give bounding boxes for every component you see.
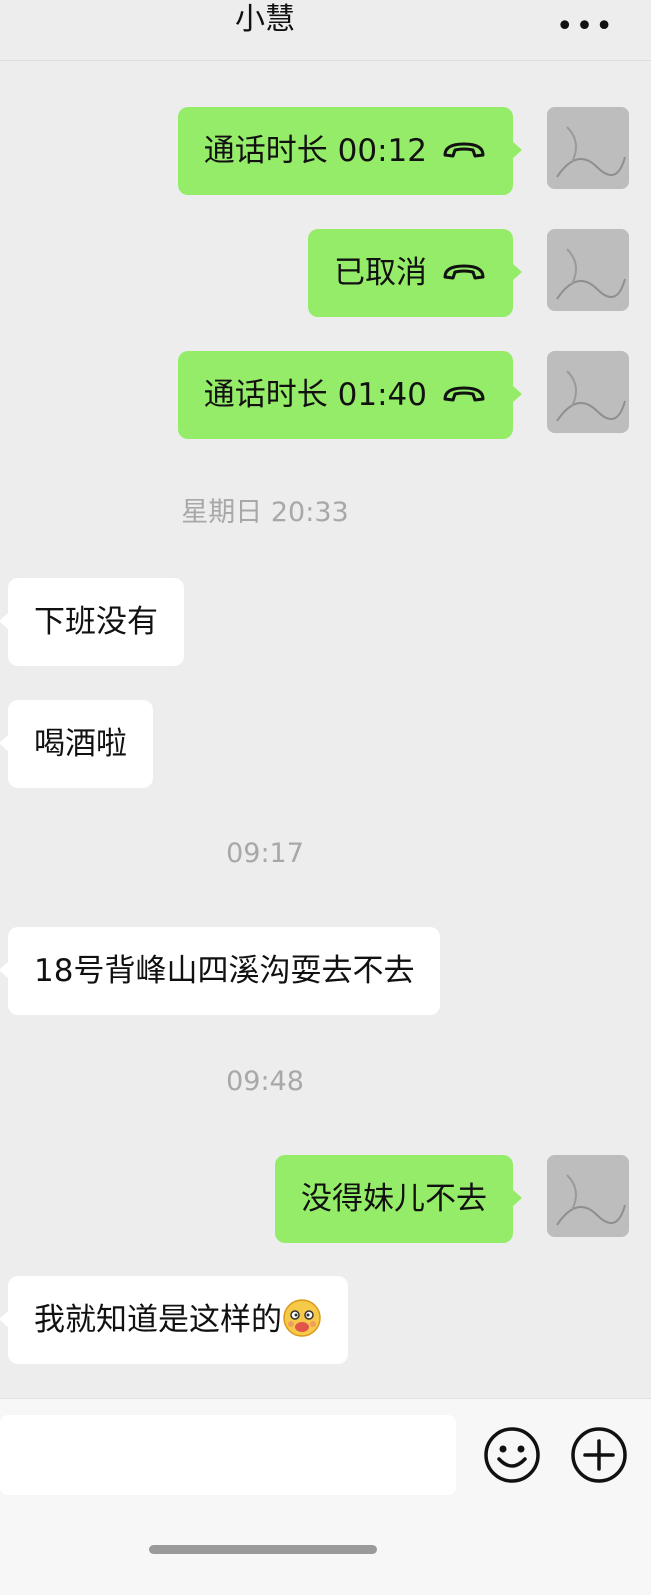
call-record-bubble[interactable]: 已取消 xyxy=(308,229,522,317)
call-record-bubble[interactable]: 通话时长 00:12 xyxy=(177,107,523,195)
message-text: 没得妹儿不去 xyxy=(301,1181,487,1217)
avatar[interactable] xyxy=(547,1155,629,1237)
phone-hangup-icon xyxy=(443,264,485,279)
message-input[interactable] xyxy=(0,1415,456,1495)
more-dots-icon[interactable]: ••• xyxy=(556,12,615,42)
blushing-face-emoji xyxy=(283,1298,321,1337)
input-bar xyxy=(0,1398,651,1595)
plus-circle-icon[interactable] xyxy=(569,1425,629,1485)
message-bubble[interactable]: 我就知道是这样的 xyxy=(0,1276,348,1364)
avatar[interactable] xyxy=(547,229,629,311)
message-bubble[interactable]: 喝酒啦 xyxy=(0,700,153,788)
chat-header: 小慧 ••• xyxy=(0,0,651,61)
avatar[interactable] xyxy=(547,107,629,189)
message-bubble[interactable]: 下班没有 xyxy=(0,578,184,666)
message-bubble[interactable]: 18号背峰山四溪沟耍去不去 xyxy=(0,927,441,1015)
phone-hangup-icon xyxy=(443,386,485,401)
phone-hangup-icon xyxy=(443,142,485,157)
home-indicator[interactable] xyxy=(149,1545,377,1554)
timestamp: 星期日 20:33 xyxy=(181,497,349,528)
avatar[interactable] xyxy=(547,351,629,433)
call-record-text: 已取消 xyxy=(334,255,427,291)
message-text: 我就知道是这样的 xyxy=(34,1302,282,1338)
chat-title: 小慧 xyxy=(235,2,295,37)
call-record-text: 通话时长 01:40 xyxy=(203,377,427,413)
message-text: 下班没有 xyxy=(34,604,158,640)
smiley-icon[interactable] xyxy=(482,1425,542,1485)
call-record-text: 通话时长 00:12 xyxy=(203,133,427,169)
call-record-bubble[interactable]: 通话时长 01:40 xyxy=(177,351,523,439)
message-text: 18号背峰山四溪沟耍去不去 xyxy=(34,953,415,989)
timestamp: 09:17 xyxy=(226,838,304,869)
message-bubble[interactable]: 没得妹儿不去 xyxy=(275,1155,522,1243)
message-text: 喝酒啦 xyxy=(34,726,127,762)
timestamp: 09:48 xyxy=(226,1066,304,1097)
